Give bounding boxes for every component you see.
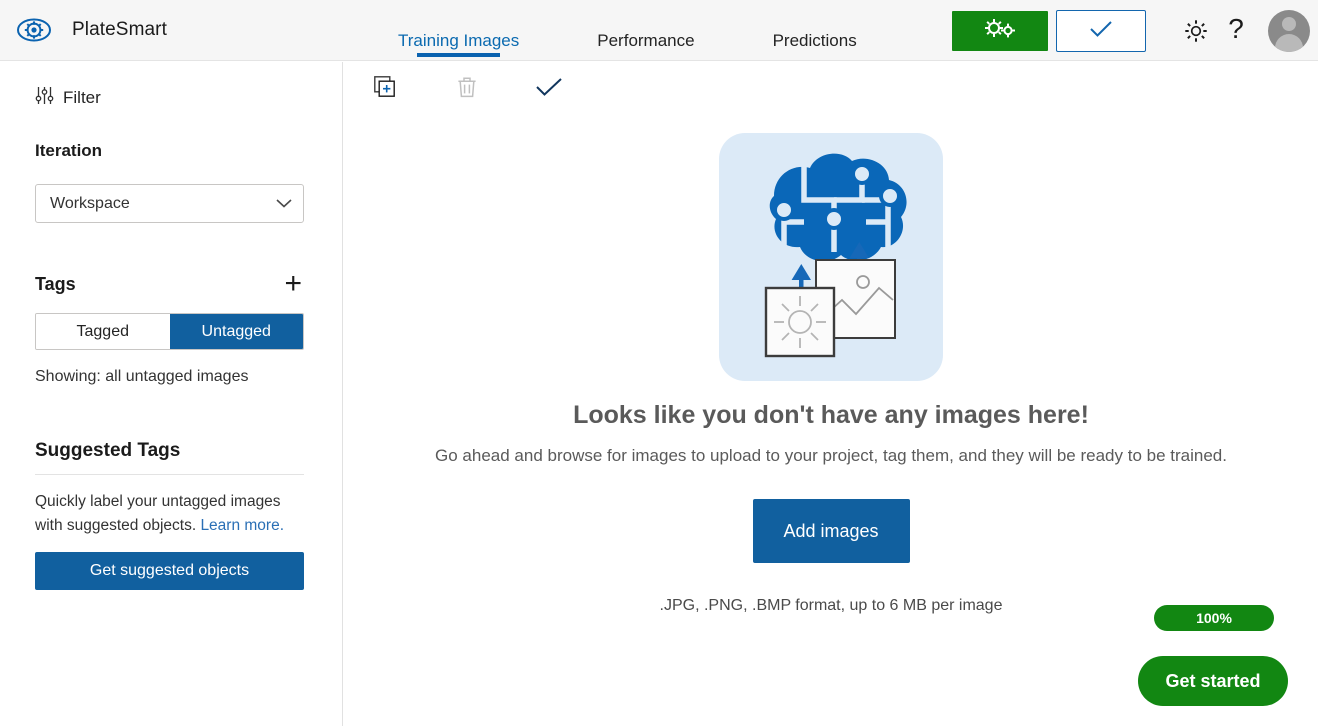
showing-status-text: Showing: all untagged images xyxy=(35,368,249,385)
add-images-icon[interactable] xyxy=(370,72,400,102)
brain-upload-images-illustration xyxy=(716,130,946,383)
filter-button[interactable]: Filter xyxy=(35,86,307,110)
tab-performance[interactable]: Performance xyxy=(597,0,694,61)
select-all-checkmark-icon[interactable] xyxy=(534,72,564,102)
sidebar: Filter Iteration Workspace Tags + Tagged… xyxy=(0,62,343,726)
tag-filter-toggle: Tagged Untagged xyxy=(35,313,304,350)
format-note: .JPG, .PNG, .BMP format, up to 6 MB per … xyxy=(659,597,1003,614)
learn-more-link[interactable]: Learn more. xyxy=(200,517,284,534)
app-header: PlateSmart Training Images Performance P… xyxy=(0,0,1318,61)
iteration-heading: Iteration xyxy=(35,141,103,160)
main-toolbar xyxy=(344,62,1318,112)
tab-predictions[interactable]: Predictions xyxy=(773,0,857,61)
suggested-tags-heading: Suggested Tags xyxy=(35,440,181,461)
add-images-button[interactable]: Add images xyxy=(752,499,910,563)
get-started-button[interactable]: Get started xyxy=(1138,656,1288,706)
settings-gear-icon[interactable] xyxy=(1176,11,1216,51)
trash-icon xyxy=(452,72,482,102)
divider xyxy=(35,474,304,475)
header-actions: ? xyxy=(952,0,1318,61)
double-gear-icon xyxy=(980,17,1020,44)
empty-state-subtitle: Go ahead and browse for images to upload… xyxy=(435,446,1227,465)
user-avatar[interactable] xyxy=(1268,9,1310,52)
add-tag-plus-icon[interactable]: + xyxy=(284,269,302,299)
nav-tabs: Training Images Performance Predictions xyxy=(398,0,935,61)
filter-sliders-icon xyxy=(35,86,54,110)
help-question-icon[interactable]: ? xyxy=(1216,11,1256,51)
quick-test-button[interactable] xyxy=(1056,9,1146,52)
iteration-select[interactable]: Workspace xyxy=(35,184,304,223)
tags-header: Tags + xyxy=(35,269,304,299)
train-button[interactable] xyxy=(952,10,1048,51)
suggested-tags-description: Quickly label your untagged images with … xyxy=(35,490,307,538)
brand: PlateSmart xyxy=(0,0,167,61)
filter-label: Filter xyxy=(63,88,101,107)
brand-name: PlateSmart xyxy=(72,19,167,40)
toggle-tagged[interactable]: Tagged xyxy=(36,314,170,349)
tab-training-images[interactable]: Training Images xyxy=(398,0,519,61)
toggle-untagged[interactable]: Untagged xyxy=(169,314,303,349)
iteration-select-wrap: Workspace xyxy=(35,184,304,223)
progress-badge: 100% xyxy=(1154,605,1274,631)
checkmark-icon xyxy=(1088,19,1114,42)
empty-state-title: Looks like you don't have any images her… xyxy=(573,401,1089,429)
tags-heading: Tags xyxy=(35,273,76,294)
eye-gear-logo-icon xyxy=(14,10,54,50)
empty-state: Looks like you don't have any images her… xyxy=(344,112,1318,615)
get-suggested-objects-button[interactable]: Get suggested objects xyxy=(35,552,304,590)
